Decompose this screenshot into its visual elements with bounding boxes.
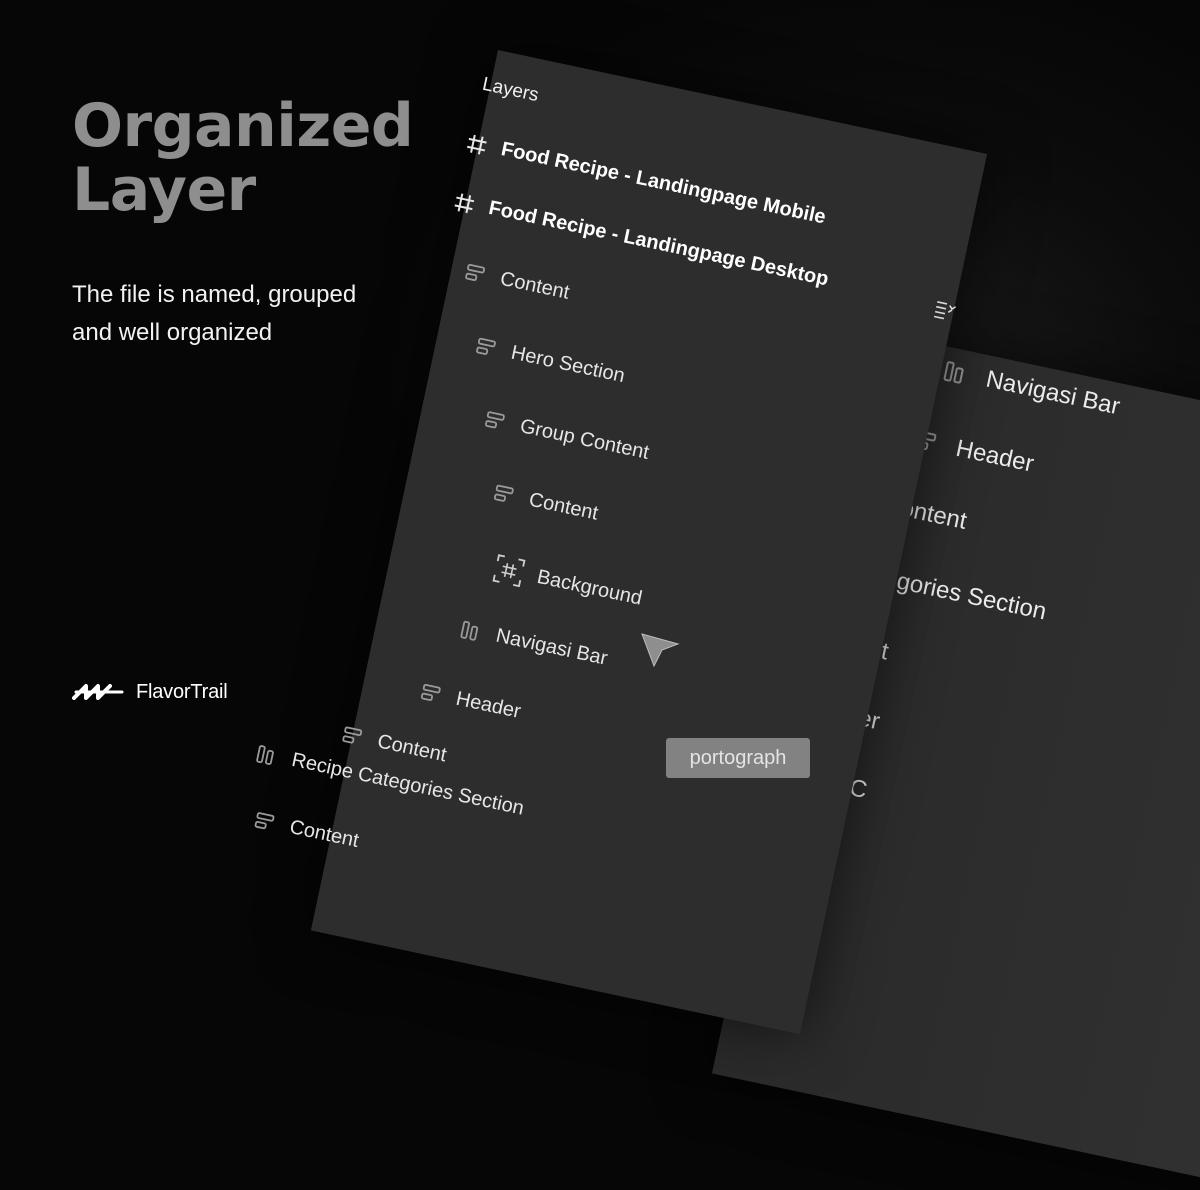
layer-item[interactable]: Navigasi Bar <box>459 617 610 671</box>
layer-label: Navigasi Bar <box>493 624 610 670</box>
vertical-stack-icon <box>419 681 445 707</box>
layer-label: Content <box>526 488 601 525</box>
subtitle: The file is named, grouped and well orga… <box>72 276 412 352</box>
vertical-stack-icon <box>340 723 366 749</box>
page-title: Organized Layer <box>72 91 414 225</box>
layer-item[interactable]: Hero Section <box>474 334 627 388</box>
layer-label: Header <box>953 434 1037 478</box>
layer-item[interactable]: Header <box>910 426 1036 479</box>
list-toggle-icon[interactable] <box>932 297 958 323</box>
horizontal-stack-icon <box>459 618 485 644</box>
vertical-stack-icon <box>474 335 500 361</box>
title-line-2: Layer <box>72 155 256 225</box>
vertical-stack-icon <box>492 482 518 508</box>
vertical-stack-icon <box>483 408 509 434</box>
layer-item[interactable]: Content <box>463 260 572 305</box>
layer-item[interactable]: Background <box>491 553 645 614</box>
layer-item[interactable]: Content <box>492 481 601 526</box>
frame-selected-icon <box>491 553 527 589</box>
panel-title: Layers <box>480 73 541 107</box>
layer-item[interactable]: Header <box>419 680 523 724</box>
layer-label: Hero Section <box>509 341 627 388</box>
layer-label: Content <box>498 267 572 304</box>
title-line-1: Organized <box>72 91 414 161</box>
layer-label: Header <box>453 687 523 723</box>
horizontal-stack-icon <box>941 357 972 388</box>
layer-label: Background <box>535 565 645 610</box>
layer-label: Content <box>287 815 361 853</box>
vertical-stack-icon <box>463 261 489 287</box>
layer-label: Group Content <box>518 415 651 464</box>
pointer-cursor-icon <box>640 632 682 674</box>
brand-name: FlavorTrail <box>136 680 228 703</box>
layer-item[interactable]: Content <box>252 808 361 853</box>
watermark-badge: portograph <box>666 738 810 778</box>
layer-item[interactable]: Group Content <box>483 408 651 465</box>
brand: FlavorTrail <box>72 680 228 704</box>
subtitle-line-2: and well organized <box>72 319 273 346</box>
subtitle-line-1: The file is named, grouped <box>72 281 357 308</box>
frame-hash-icon <box>451 190 477 216</box>
layer-label: Content <box>375 730 449 767</box>
flavortrail-logo-icon <box>72 680 126 704</box>
horizontal-stack-icon <box>254 742 280 768</box>
frame-hash-icon <box>464 131 490 157</box>
layer-item[interactable]: Content <box>340 723 449 768</box>
vertical-stack-icon <box>252 809 278 835</box>
